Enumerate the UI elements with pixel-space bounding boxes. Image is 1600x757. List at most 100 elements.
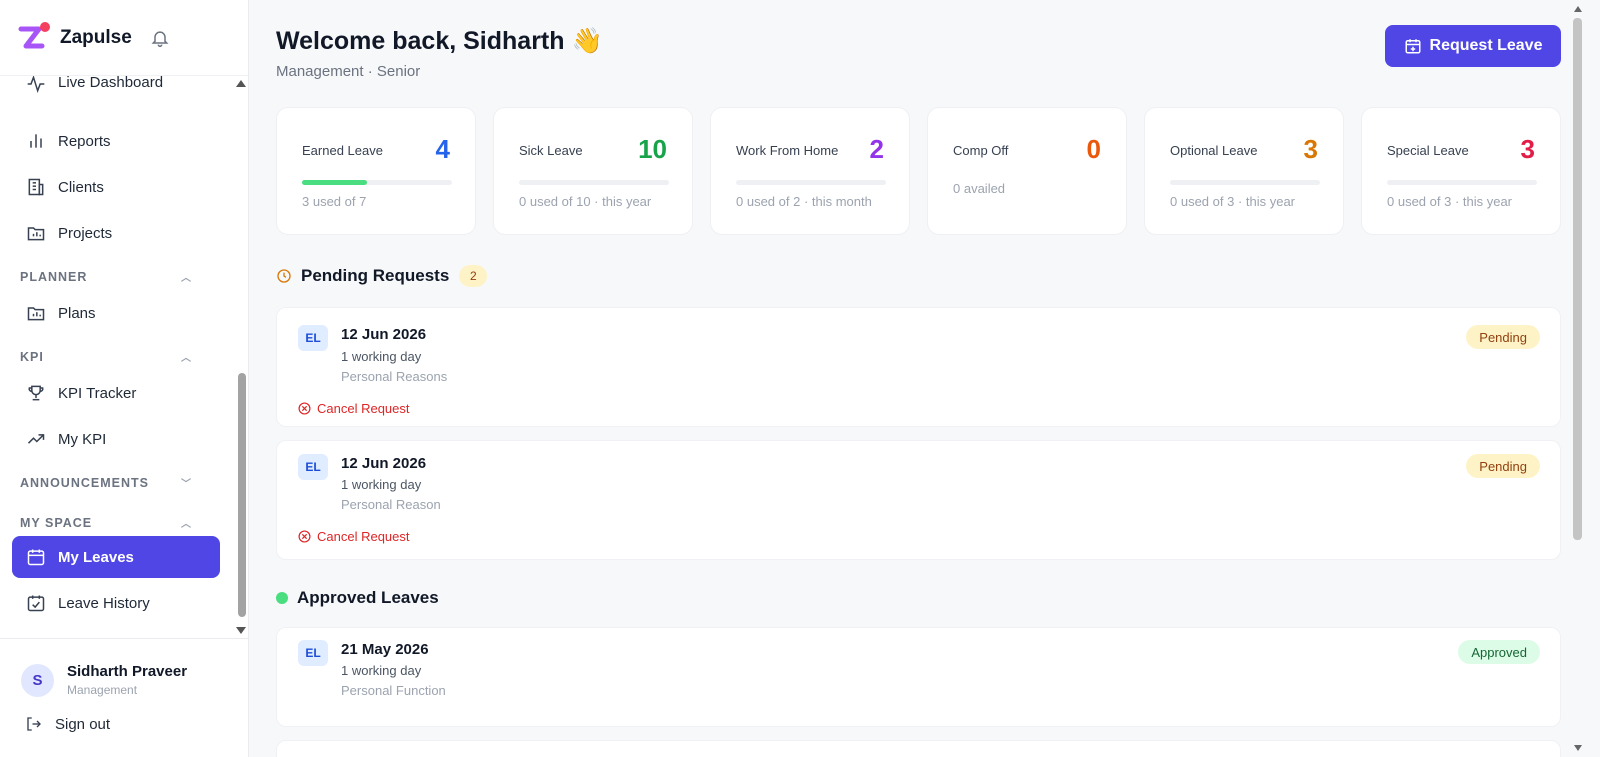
section-title: PLANNER [20,270,88,284]
calendar-plus-icon [1405,39,1421,54]
leave-card-earned[interactable]: Earned Leave 4 3 used of 7 [276,107,476,235]
status-badge: Pending [1466,454,1540,478]
progress-fill [302,180,367,185]
leave-type-tag: EL [298,325,328,351]
leave-card-comp-off[interactable]: Comp Off 0 0 availed [927,107,1127,235]
sidebar-nav: Live Dashboard Reports Clients Projects … [0,76,232,636]
sidebar-item-label: My Leaves [58,548,134,566]
scroll-down-arrow[interactable] [236,627,246,634]
leave-reason: Personal Reason [341,497,441,512]
leave-reason: Personal Function [341,683,446,698]
page-scroll-up-arrow[interactable] [1574,6,1582,12]
request-leave-label: Request Leave [1429,37,1543,54]
leave-date: 21 May 2026 [341,641,429,658]
card-label: Work From Home [736,143,839,158]
folder-chart-icon [26,223,46,243]
sidebar-item-label: Reports [58,132,111,150]
sidebar-item-label: Leave History [58,594,150,612]
sidebar-item-my-kpi[interactable]: My KPI [0,416,232,462]
page-scroll-down-arrow[interactable] [1574,745,1582,751]
request-leave-button[interactable]: Request Leave [1385,25,1561,67]
progress-bar [302,180,452,185]
bar-chart-icon [26,131,46,151]
section-my-space[interactable]: MY SPACE ︿ [0,496,232,536]
leave-card-sick[interactable]: Sick Leave 10 0 used of 10 · this year [493,107,693,235]
leave-card-optional[interactable]: Optional Leave 3 0 used of 3 · this year [1144,107,1344,235]
card-subtext: 0 used of 10 · this year [519,194,652,209]
leave-type-tag: EL [298,640,328,666]
sidebar-item-clients[interactable]: Clients [0,164,232,210]
section-planner[interactable]: PLANNER ︿ [0,256,232,290]
sidebar-item-leave-history[interactable]: Leave History [0,580,232,626]
sign-out-label: Sign out [55,715,111,733]
sidebar-item-label: KPI Tracker [58,384,137,402]
building-icon [26,177,46,197]
card-value: 4 [435,134,450,164]
trending-up-icon [26,429,46,449]
sidebar-item-projects[interactable]: Projects [0,210,232,256]
progress-bar [1170,180,1320,185]
pending-count-badge: 2 [459,265,488,287]
leave-card-wfh[interactable]: Work From Home 2 0 used of 2 · this mont… [710,107,910,235]
card-subtext: 0 availed [953,181,1006,196]
progress-bar [519,180,669,185]
card-value: 10 [638,134,667,164]
card-subtext: 3 used of 7 [302,194,367,209]
leave-date: 12 Jun 2026 [341,326,427,343]
card-label: Earned Leave [302,143,383,158]
cancel-request-button[interactable]: Cancel Request [298,529,410,544]
brand-header: Zapulse [0,0,248,76]
sidebar-item-label: Live Dashboard [58,76,164,91]
sidebar-item-live-dashboard[interactable]: Live Dashboard [0,76,232,96]
leave-duration: 1 working day [341,477,422,492]
approved-leave-card [276,740,1561,757]
card-value: 2 [869,134,884,164]
wave-emoji: 👋 [571,27,603,55]
card-label: Sick Leave [519,143,583,158]
bell-icon[interactable] [150,28,170,48]
section-title: Pending Requests [301,266,450,285]
status-badge: Pending [1466,325,1540,349]
user-panel: S Sidharth Praveer Management Sign out [0,638,249,757]
progress-bar [1387,180,1537,185]
leave-duration: 1 working day [341,663,422,678]
sidebar-item-my-leaves[interactable]: My Leaves [12,536,220,578]
sidebar-item-reports[interactable]: Reports [0,118,232,164]
clock-icon [276,268,292,284]
page-title: Welcome back, Sidharth 👋 [276,27,603,55]
sidebar-scrollbar[interactable] [238,373,246,617]
user-dept: Management [67,683,138,697]
card-value: 3 [1303,134,1318,164]
section-title: Approved Leaves [297,588,439,607]
pending-request-card: EL 12 Jun 2026 1 working day Personal Re… [276,307,1561,427]
section-kpi[interactable]: KPI ︿ [0,336,232,370]
sidebar-item-label: My KPI [58,430,107,448]
sidebar-item-kpi-tracker[interactable]: KPI Tracker [0,370,232,416]
trophy-icon [26,383,46,403]
cancel-request-button[interactable]: Cancel Request [298,401,410,416]
sidebar-item-plans[interactable]: Plans [0,290,232,336]
leave-card-special[interactable]: Special Leave 3 0 used of 3 · this year [1361,107,1561,235]
section-announcements[interactable]: ANNOUNCEMENTS ﹀ [0,462,232,496]
cancel-label: Cancel Request [317,529,410,544]
sidebar-item-label: Plans [58,304,96,322]
chevron-up-icon: ︿ [181,519,192,530]
cancel-label: Cancel Request [317,401,410,416]
page-scrollbar[interactable] [1573,18,1582,540]
sidebar-item-label: Projects [58,224,113,242]
leave-duration: 1 working day [341,349,422,364]
status-badge: Approved [1458,640,1540,664]
chevron-up-icon: ︿ [181,353,192,364]
sign-out-button[interactable]: Sign out [0,697,249,733]
zapulse-logo-icon[interactable] [18,21,50,54]
app-name: Zapulse [60,26,132,48]
section-title: ANNOUNCEMENTS [20,476,149,490]
x-circle-icon [298,402,311,415]
leave-date: 12 Jun 2026 [341,455,427,472]
sidebar-item-label: Clients [58,178,104,196]
scroll-up-arrow[interactable] [236,80,246,87]
calendar-check-icon [26,593,46,613]
user-profile[interactable]: S Sidharth Praveer Management [0,639,249,697]
card-value: 3 [1520,134,1535,164]
chevron-up-icon: ︿ [181,273,192,284]
